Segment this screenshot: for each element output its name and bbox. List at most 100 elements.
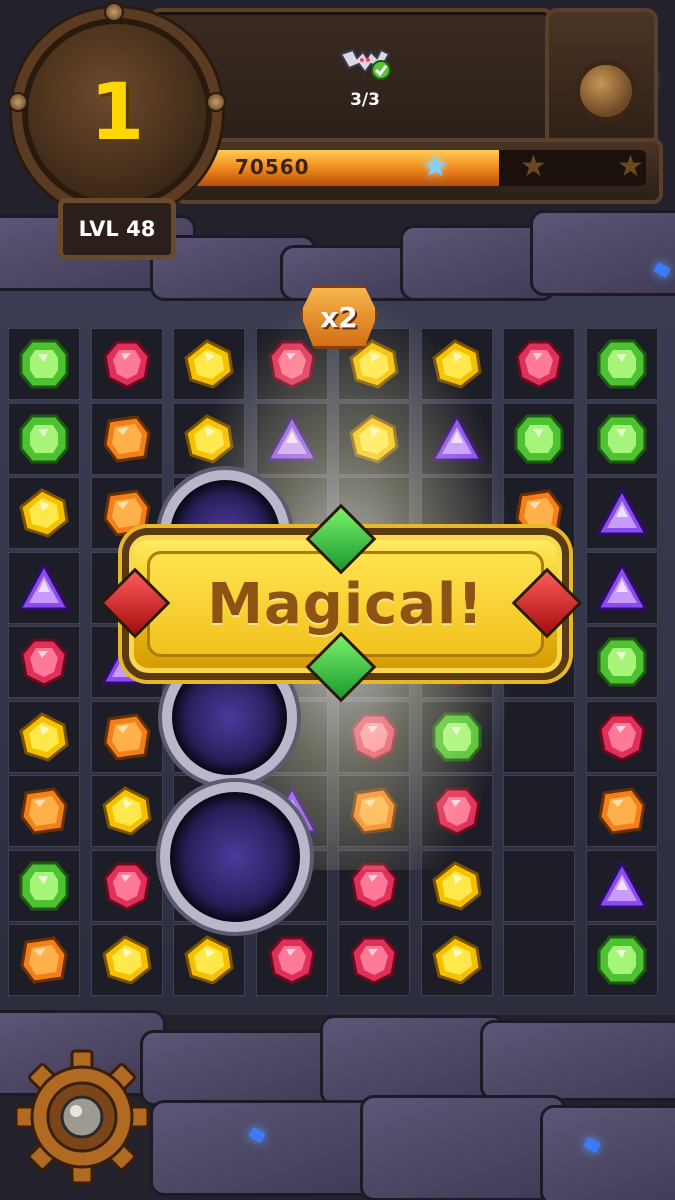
board-cell[interactable] xyxy=(585,849,658,922)
board-cell[interactable] xyxy=(585,477,658,549)
gauge-icon xyxy=(575,60,637,122)
board-cell[interactable] xyxy=(338,402,410,475)
yellow-gem-icon xyxy=(101,786,152,836)
red-gem-icon xyxy=(350,713,398,762)
red-gem-icon xyxy=(515,340,563,389)
orange-gem-icon xyxy=(20,936,68,984)
board-cell[interactable] xyxy=(90,775,163,847)
board-cell[interactable] xyxy=(8,328,80,400)
purple-gem-icon xyxy=(595,859,648,908)
yellow-gem-icon xyxy=(184,935,234,985)
objective-count: 3/3 xyxy=(350,90,380,110)
board-cell[interactable] xyxy=(90,328,163,400)
moves-counter: 1 xyxy=(12,8,222,218)
red-gem-icon xyxy=(267,936,316,985)
board-cell[interactable] xyxy=(173,924,245,996)
portal-icon xyxy=(160,782,310,932)
yellow-gem-icon xyxy=(101,935,152,985)
green-gem-icon xyxy=(597,339,646,389)
board-cell[interactable] xyxy=(420,328,493,400)
rock xyxy=(140,1030,346,1106)
red-gem-icon xyxy=(432,787,481,836)
orange-gem-icon xyxy=(350,787,398,835)
board-cell[interactable] xyxy=(585,402,658,475)
green-gem-icon xyxy=(19,861,69,910)
purple-gem-icon xyxy=(595,561,648,610)
bolt-icon xyxy=(206,92,226,112)
board-cell[interactable] xyxy=(90,402,163,475)
rock xyxy=(150,1100,376,1196)
board-cell[interactable] xyxy=(503,924,575,996)
board-cell[interactable] xyxy=(338,924,410,996)
star-icon: ★ xyxy=(520,149,547,184)
level-badge: LVL 48 xyxy=(58,198,176,260)
moves-left: 1 xyxy=(89,68,145,158)
orange-gem-icon xyxy=(102,414,151,463)
board-cell[interactable] xyxy=(90,700,163,773)
board-cell[interactable] xyxy=(8,402,80,475)
purple-gem-icon xyxy=(18,561,70,610)
red-gem-icon xyxy=(350,862,398,911)
yellow-gem-icon xyxy=(431,860,482,911)
combo-multiplier: x2 xyxy=(300,285,378,349)
board-cell[interactable] xyxy=(173,328,245,400)
board-cell[interactable] xyxy=(8,849,80,922)
objective: 3/3 xyxy=(330,42,400,110)
rock xyxy=(360,1095,566,1200)
yellow-gem-icon xyxy=(349,413,399,464)
board-cell[interactable] xyxy=(585,924,658,996)
yellow-gem-icon xyxy=(184,339,234,389)
board-cell[interactable] xyxy=(585,328,658,400)
green-gem-icon xyxy=(432,712,481,761)
board-cell[interactable] xyxy=(255,402,328,475)
bolt-icon xyxy=(8,92,28,112)
red-gem-icon xyxy=(102,340,151,389)
score-value: 70560 xyxy=(235,155,310,179)
board-cell[interactable] xyxy=(503,775,575,847)
board-cell[interactable] xyxy=(8,700,80,773)
board-cell[interactable] xyxy=(585,775,658,847)
red-gem-icon xyxy=(597,713,646,762)
star-icon: ★ xyxy=(617,149,644,184)
board-cell[interactable] xyxy=(420,402,493,475)
red-gem-icon xyxy=(267,340,316,389)
board-cell[interactable] xyxy=(255,924,328,996)
board-cell[interactable] xyxy=(173,402,245,475)
board-cell[interactable] xyxy=(8,477,80,549)
star-icon: ★ xyxy=(422,149,449,184)
board-cell[interactable] xyxy=(420,849,493,922)
board-cell[interactable] xyxy=(338,700,410,773)
green-gem-icon xyxy=(19,414,69,463)
board-cell[interactable] xyxy=(90,849,163,922)
banner-text: Magical! xyxy=(207,571,484,637)
board-cell[interactable] xyxy=(503,402,575,475)
board-cell[interactable] xyxy=(8,551,80,624)
purple-gem-icon xyxy=(430,412,483,461)
board-cell[interactable] xyxy=(585,551,658,624)
board-cell[interactable] xyxy=(503,328,575,400)
orange-gem-icon xyxy=(102,712,151,761)
board-cell[interactable] xyxy=(503,849,575,922)
board-cell[interactable] xyxy=(338,775,410,847)
yellow-gem-icon xyxy=(431,935,482,985)
board-cell[interactable] xyxy=(8,626,80,698)
board-cell[interactable] xyxy=(8,924,80,996)
board-cell[interactable] xyxy=(420,700,493,773)
yellow-gem-icon xyxy=(19,488,69,538)
yellow-gem-icon xyxy=(431,339,482,389)
rock xyxy=(320,1015,506,1106)
settings-gear-button[interactable] xyxy=(12,1047,152,1187)
board-cell[interactable] xyxy=(503,700,575,773)
rock xyxy=(540,1105,675,1200)
board-cell[interactable] xyxy=(420,775,493,847)
gear-icon xyxy=(14,1049,150,1185)
yellow-gem-icon xyxy=(184,413,234,464)
board-cell[interactable] xyxy=(585,626,658,698)
board-cell[interactable] xyxy=(8,775,80,847)
board-cell[interactable] xyxy=(90,924,163,996)
board-cell[interactable] xyxy=(338,849,410,922)
rock xyxy=(480,1020,675,1101)
board-cell[interactable] xyxy=(420,924,493,996)
purple-gem-icon xyxy=(265,412,318,461)
board-cell[interactable] xyxy=(585,700,658,773)
